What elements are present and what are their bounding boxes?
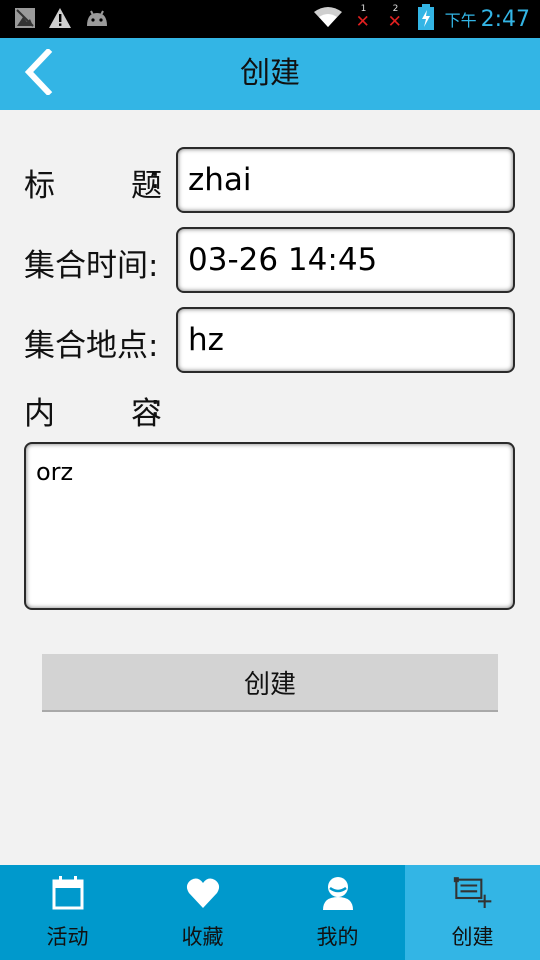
nav-label-favorites: 收藏 [181,925,224,949]
nav-label-create: 创建 [451,925,494,949]
title-label-colon: : [150,160,161,196]
status-bar: 1 ✕ 2 ✕ 下午 2:47 [0,0,540,38]
content-field[interactable]: orz [24,442,515,610]
content-label-colon: : [150,388,161,424]
title-field[interactable]: zhai [176,147,515,213]
create-post-icon [453,873,493,913]
nav-item-create[interactable]: 创建 [405,865,540,960]
content-label: 内 容 [24,396,162,432]
wifi-icon [313,5,343,33]
place-label: 集合地点: [24,328,159,364]
title-label: 标 题 [24,168,162,204]
nav-item-mine[interactable]: 我的 [270,865,405,960]
title-bar: 创建 [0,38,540,110]
nav-label-activities: 活动 [46,925,89,949]
time-label: 集合时间: [24,248,159,284]
status-clock: 下午 2:47 [445,7,530,32]
system-icons: 1 ✕ 2 ✕ 下午 2:47 [313,3,530,35]
image-notification-icon [14,7,36,33]
notification-icons [14,7,110,33]
nav-item-activities[interactable]: 活动 [0,865,135,960]
status-ampm: 下午 [444,10,477,30]
battery-charging-icon [417,3,435,35]
page-title: 创建 [240,56,300,91]
time-field[interactable]: 03-26 14:45 [176,227,515,293]
calendar-icon [48,873,88,913]
sim2-no-signal-icon: 2 ✕ [387,4,402,32]
android-icon [84,8,110,32]
place-field[interactable]: hz [176,307,515,373]
heart-icon [183,873,223,913]
chevron-left-icon [23,47,53,99]
create-button[interactable]: 创建 [42,654,498,712]
nav-item-favorites[interactable]: 收藏 [135,865,270,960]
bottom-nav: 活动 收藏 我的 创建 [0,865,540,960]
warning-icon [48,7,72,33]
status-time: 2:47 [480,6,530,32]
nav-label-mine: 我的 [316,925,359,949]
sim1-no-signal-icon: 1 ✕ [355,4,370,32]
person-icon [318,873,358,913]
back-button[interactable] [14,47,62,99]
